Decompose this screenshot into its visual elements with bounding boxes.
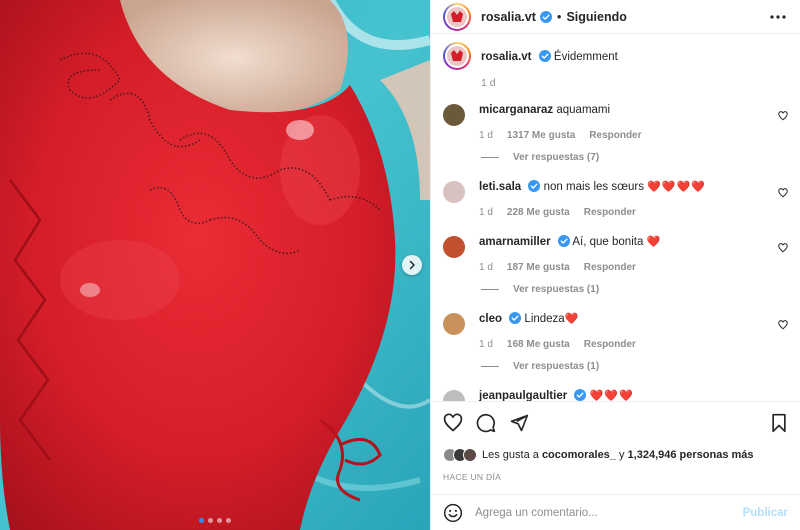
- comment-heart-emoji: ❤️: [646, 236, 662, 248]
- share-icon[interactable]: [509, 413, 529, 433]
- author-avatar[interactable]: [443, 2, 471, 31]
- avatar-image: [451, 10, 463, 22]
- carousel-next-button[interactable]: [402, 255, 422, 275]
- following-button[interactable]: Siguiendo: [566, 10, 626, 24]
- carousel-dot: [199, 518, 204, 523]
- caption-username[interactable]: rosalia.vt: [481, 51, 532, 63]
- emoji-icon[interactable]: [443, 503, 463, 523]
- view-replies-button[interactable]: Ver respuestas (7): [481, 152, 788, 163]
- view-replies-button[interactable]: Ver respuestas (1): [481, 361, 788, 372]
- comment-like-icon[interactable]: [778, 243, 788, 253]
- likes-user[interactable]: cocomorales_: [542, 449, 616, 461]
- verified-badge-icon: [509, 312, 522, 324]
- comment-input[interactable]: [475, 506, 743, 519]
- bookmark-icon[interactable]: [770, 413, 788, 433]
- comment-icon[interactable]: [476, 413, 496, 433]
- reply-button[interactable]: Responder: [584, 339, 636, 350]
- post-caption: rosalia.vt Évidemment 1 d: [443, 42, 788, 89]
- comment-heart-emoji: ❤️❤️❤️❤️: [647, 181, 706, 193]
- comment-likes[interactable]: 168 Me gusta: [507, 339, 570, 350]
- verified-badge-icon: [528, 180, 541, 192]
- post-timestamp: HACE UN DÍA: [443, 472, 502, 482]
- comment-heart-emoji: ❤️❤️❤️: [589, 390, 634, 401]
- comment-item: amarnamiller Aí, que bonita ❤️ 1 d 187 M…: [443, 235, 788, 273]
- likes-count[interactable]: 1,324,946 personas más: [628, 449, 754, 461]
- comment-text: aquamami: [556, 104, 611, 116]
- view-replies-button[interactable]: Ver respuestas (1): [481, 284, 788, 295]
- more-options-icon: [770, 14, 786, 19]
- post-actions: Les gusta a cocomorales_ y 1,324,946 per…: [431, 401, 800, 482]
- reply-button[interactable]: Responder: [589, 130, 641, 141]
- post-side-panel: rosalia.vt • Siguiendo rosalia.vt Évidem…: [430, 0, 800, 530]
- view-replies-label: Ver respuestas (1): [513, 361, 600, 372]
- commenter-username[interactable]: leti.sala: [479, 181, 521, 193]
- replies-divider: [481, 157, 499, 158]
- commenter-username[interactable]: amarnamiller: [479, 236, 551, 248]
- instagram-post: rosalia.vt • Siguiendo rosalia.vt Évidem…: [0, 0, 800, 530]
- commenter-username[interactable]: micarganaraz: [479, 104, 553, 116]
- commenter-avatar[interactable]: [443, 104, 465, 126]
- comments-list[interactable]: rosalia.vt Évidemment 1 d micarganaraz a…: [431, 34, 800, 401]
- author-username[interactable]: rosalia.vt: [481, 10, 536, 24]
- post-photo: [0, 0, 430, 530]
- commenter-avatar[interactable]: [443, 390, 465, 401]
- view-replies-label: Ver respuestas (7): [513, 152, 600, 163]
- comment-text: non mais les sœurs: [543, 181, 644, 193]
- caption-avatar[interactable]: [443, 42, 471, 70]
- comment-text: Lindeza: [524, 313, 565, 325]
- comment-item: micarganaraz aquamami 1 d 1317 Me gusta …: [443, 103, 788, 141]
- comment-age: 1 d: [479, 262, 493, 273]
- verified-badge-icon: [539, 10, 552, 23]
- carousel-dot: [217, 518, 222, 523]
- post-media[interactable]: [0, 0, 430, 530]
- comment-age: 1 d: [479, 130, 493, 141]
- comment-age: 1 d: [479, 339, 493, 350]
- more-options-button[interactable]: [768, 7, 788, 27]
- commenter-avatar[interactable]: [443, 313, 465, 335]
- likes-middle: y: [618, 449, 625, 461]
- action-icons: [443, 412, 788, 434]
- comment-likes[interactable]: 228 Me gusta: [507, 207, 570, 218]
- comment-like-icon[interactable]: [778, 111, 788, 121]
- likes-summary[interactable]: Les gusta a cocomorales_ y 1,324,946 per…: [443, 448, 788, 462]
- caption-age: 1 d: [481, 77, 496, 89]
- caption-text: Évidemment: [553, 51, 618, 63]
- commenter-avatar[interactable]: [443, 236, 465, 258]
- liker-avatars: [443, 448, 477, 462]
- comment-heart-emoji: ❤️: [564, 313, 580, 325]
- replies-divider: [481, 289, 499, 290]
- likes-prefix: Les gusta a: [482, 449, 539, 461]
- comment-text: Aí, que bonita: [572, 236, 644, 248]
- avatar-image: [451, 50, 463, 61]
- liker-avatar: [463, 448, 477, 462]
- view-replies-label: Ver respuestas (1): [513, 284, 600, 295]
- comment-like-icon[interactable]: [778, 188, 788, 198]
- commenter-username[interactable]: cleo: [479, 313, 502, 325]
- post-header: rosalia.vt • Siguiendo: [431, 0, 800, 34]
- comment-item: cleo Lindeza❤️ 1 d 168 Me gusta Responde…: [443, 312, 788, 350]
- header-separator: •: [556, 9, 562, 24]
- verified-badge-icon: [538, 50, 551, 62]
- chevron-right-icon: [409, 260, 415, 270]
- carousel-indicator: [0, 518, 430, 523]
- comment-like-icon[interactable]: [778, 320, 788, 330]
- publish-button[interactable]: Publicar: [743, 507, 788, 519]
- commenter-username[interactable]: jeanpaulgaultier: [479, 390, 567, 401]
- comment-composer: Publicar: [431, 494, 800, 530]
- carousel-dot: [226, 518, 231, 523]
- heart-icon[interactable]: [443, 413, 463, 433]
- comment-item: leti.sala non mais les sœurs ❤️❤️❤️❤️ 1 …: [443, 180, 788, 218]
- comment-likes[interactable]: 1317 Me gusta: [507, 130, 575, 141]
- commenter-avatar[interactable]: [443, 181, 465, 203]
- comment-likes[interactable]: 187 Me gusta: [507, 262, 570, 273]
- verified-badge-icon: [574, 389, 587, 401]
- reply-button[interactable]: Responder: [584, 262, 636, 273]
- verified-badge-icon: [557, 235, 570, 247]
- replies-divider: [481, 366, 499, 367]
- carousel-dot: [208, 518, 213, 523]
- comment-item: jeanpaulgaultier ❤️❤️❤️: [443, 389, 788, 401]
- reply-button[interactable]: Responder: [584, 207, 636, 218]
- comment-age: 1 d: [479, 207, 493, 218]
